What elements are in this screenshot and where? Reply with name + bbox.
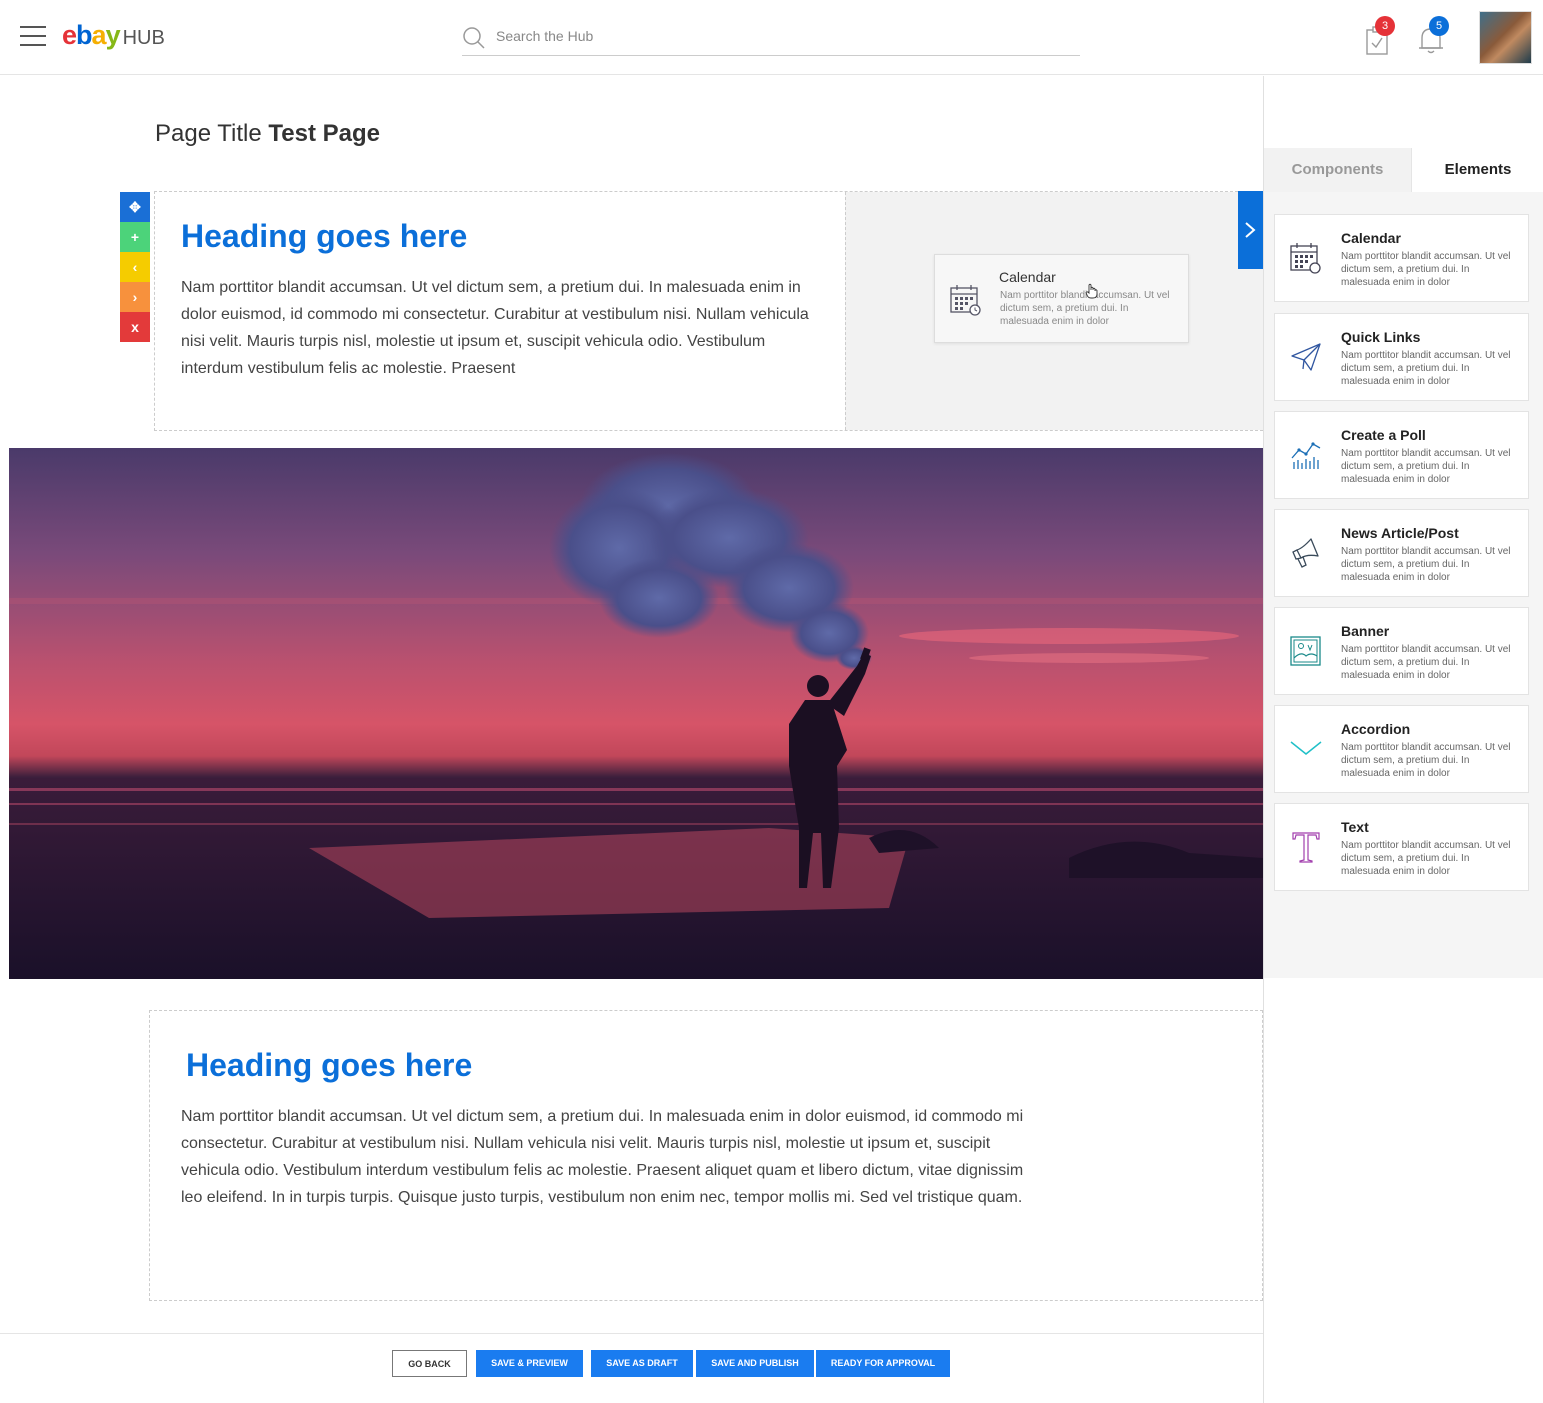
notifications-button[interactable]: 5	[1416, 16, 1449, 56]
text-icon	[1292, 832, 1320, 863]
move-left-button[interactable]: ‹	[120, 252, 150, 282]
save-preview-button[interactable]: SAVE & PREVIEW	[476, 1350, 583, 1377]
search-input[interactable]	[496, 28, 1056, 44]
hand-cursor-icon	[1085, 283, 1098, 299]
move-right-button[interactable]: ›	[120, 282, 150, 312]
poll-chart-icon	[1291, 442, 1321, 469]
tab-components[interactable]: Components	[1264, 148, 1411, 192]
element-accordion[interactable]: Accordion Nam porttitor blandit accumsan…	[1274, 705, 1529, 793]
block-body-text[interactable]: Nam porttitor blandit accumsan. Ut vel d…	[181, 1103, 1031, 1211]
element-quick-links[interactable]: Quick Links Nam porttitor blandit accums…	[1274, 313, 1529, 401]
element-calendar[interactable]: Calendar Nam porttitor blandit accumsan.…	[1274, 214, 1529, 302]
save-publish-button[interactable]: SAVE AND PUBLISH	[696, 1350, 814, 1377]
delete-block-button[interactable]: x	[120, 312, 150, 342]
dragging-calendar-card[interactable]: Calendar Nam porttitor blandit accumsan.…	[934, 254, 1189, 343]
hamburger-menu-icon[interactable]	[20, 26, 46, 48]
banner-image[interactable]	[9, 448, 1263, 979]
block-heading[interactable]: Heading goes here	[186, 1047, 472, 1084]
search-bar	[462, 24, 1080, 56]
ebay-hub-logo[interactable]: ebay HUB	[62, 20, 165, 51]
paper-plane-icon	[1291, 343, 1321, 371]
search-icon	[463, 27, 485, 49]
calendar-icon	[950, 285, 981, 316]
element-create-poll[interactable]: Create a Poll Nam porttitor blandit accu…	[1274, 411, 1529, 499]
tasks-count-badge: 3	[1375, 16, 1395, 36]
notifications-count-badge: 5	[1429, 16, 1449, 36]
action-footer: GO BACK SAVE & PREVIEW SAVE AS DRAFT SAV…	[0, 1333, 1263, 1403]
chevron-right-icon	[1245, 222, 1256, 238]
tab-elements[interactable]: Elements	[1411, 148, 1543, 192]
block-heading[interactable]: Heading goes here	[181, 218, 467, 255]
banner-image-icon	[1290, 636, 1321, 666]
content-block-2[interactable]: Heading goes here Nam porttitor blandit …	[149, 1010, 1263, 1301]
card-title: Calendar	[999, 269, 1056, 285]
megaphone-icon	[1292, 538, 1319, 568]
page-title: Page Title Test Page	[155, 120, 381, 147]
page-name: Test Page	[268, 120, 381, 147]
element-text[interactable]: Text Nam porttitor blandit accumsan. Ut …	[1274, 803, 1529, 891]
calendar-icon	[1290, 243, 1321, 274]
elements-side-panel: Components Elements Calendar Nam porttit…	[1263, 76, 1543, 1403]
element-news-article[interactable]: News Article/Post Nam porttitor blandit …	[1274, 509, 1529, 597]
panel-tabs: Components Elements	[1264, 148, 1543, 192]
collapse-panel-button[interactable]	[1238, 191, 1263, 269]
top-bar: ebayHUB 3 5	[0, 0, 1543, 75]
chevron-down-icon	[1290, 741, 1322, 755]
add-block-button[interactable]: +	[120, 222, 150, 252]
go-back-button[interactable]: GO BACK	[392, 1350, 467, 1377]
block-toolbar: ✥ + ‹ › x	[120, 192, 150, 342]
element-banner[interactable]: Banner Nam porttitor blandit accumsan. U…	[1274, 607, 1529, 695]
block-body-text[interactable]: Nam porttitor blandit accumsan. Ut vel d…	[181, 274, 811, 382]
sunset-smoke-flare-photo	[9, 453, 1263, 979]
move-block-button[interactable]: ✥	[120, 192, 150, 222]
ready-approval-button[interactable]: READY FOR APPROVAL	[816, 1350, 950, 1377]
tasks-button[interactable]: 3	[1362, 16, 1395, 58]
user-avatar[interactable]	[1479, 11, 1532, 64]
save-draft-button[interactable]: SAVE AS DRAFT	[591, 1350, 693, 1377]
